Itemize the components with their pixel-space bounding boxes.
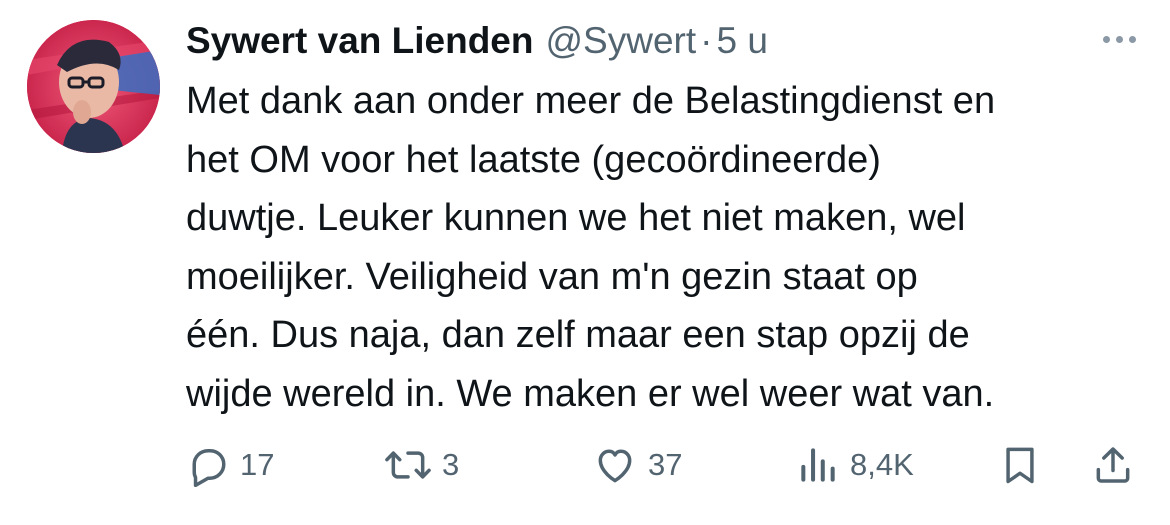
author-handle[interactable]: @Sywert [546,20,697,62]
views-button[interactable]: 8,4K [796,440,914,490]
like-icon [598,449,632,483]
repost-count: 3 [442,447,460,482]
tweet-text-line: duwtje. Leuker kunnen we het niet maken,… [186,197,966,239]
tweet-text: Met dank aan onder meer de Belastingdien… [186,72,1156,423]
separator-dot: · [700,20,713,61]
like-count: 37 [648,447,683,482]
tweet-text-line: wijde wereld in. We maken er wel weer wa… [186,372,995,415]
author-name[interactable]: Sywert van Lienden [186,20,534,62]
tweet-text-line: het OM voor het laatste (gecoördineerde) [186,138,881,181]
reply-icon [192,448,226,487]
timestamp[interactable]: 5 u [716,20,767,62]
more-icon[interactable] [1094,24,1144,54]
share-icon [1096,447,1130,483]
tweet-text-line: één. Dus naja, dan zelf maar een stap op… [186,314,970,356]
tweet-text-line: moeilijker. Veiligheid van m'n gezin sta… [186,255,918,298]
action-bar: 17 3 37 8,4K [186,440,1146,490]
tweet[interactable]: Sywert van Lienden @Sywert · 5 u Met dan… [0,0,1170,525]
like-button[interactable]: 37 [592,440,682,490]
tweet-header: Sywert van Lienden @Sywert · 5 u [186,14,768,68]
avatar[interactable] [27,20,160,153]
repost-button[interactable]: 3 [384,440,459,490]
repost-icon [385,451,431,479]
avatar-illustration [27,20,160,153]
reply-count: 17 [240,447,275,482]
tweet-text-line: Met dank aan onder meer de Belastingdien… [186,80,996,122]
reply-button[interactable]: 17 [186,440,274,490]
views-count: 8,4K [850,447,914,482]
bookmark-button[interactable] [998,440,1042,490]
share-button[interactable] [1091,440,1135,490]
bookmark-icon [1006,447,1034,484]
views-icon [801,448,835,482]
